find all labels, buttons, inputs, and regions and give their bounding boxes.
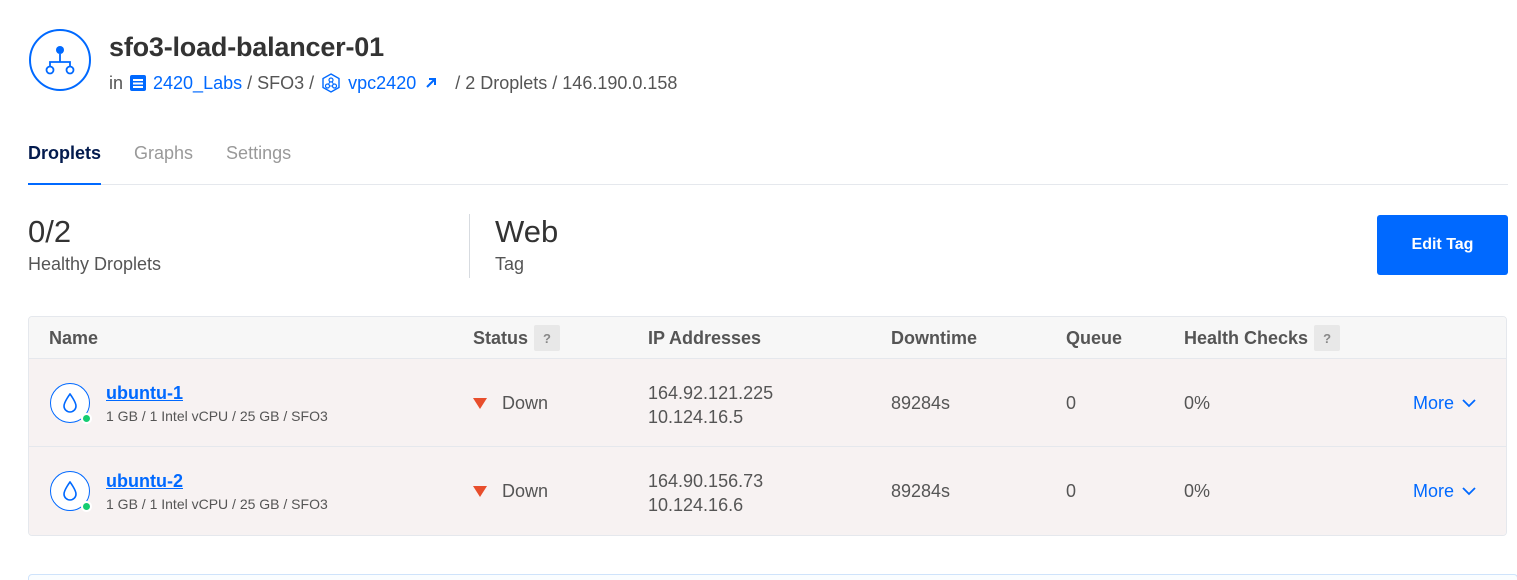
droplet-health-checks: 0%	[1184, 393, 1211, 413]
breadcrumb-separator: /	[304, 72, 315, 93]
droplet-ip-addresses: 164.92.121.225 10.124.16.5	[648, 381, 773, 429]
droplet-count: 2 Droplets	[465, 72, 548, 93]
droplet-name-link[interactable]: ubuntu-1	[106, 383, 183, 404]
more-label: More	[1413, 393, 1455, 413]
column-header-health-checks[interactable]: Health Checks ?	[1184, 325, 1341, 351]
tag-value: Web	[495, 214, 559, 249]
column-header-queue[interactable]: Queue	[1066, 328, 1122, 349]
tag-stat: Web Tag	[495, 214, 558, 275]
more-menu-button[interactable]: More	[1413, 393, 1476, 414]
healthy-droplets-stat: 0/2 Healthy Droplets	[28, 214, 161, 275]
table-header: Name Status ? IP Addresses Downtime Queu…	[29, 317, 1506, 359]
column-header-name[interactable]: Name	[49, 328, 98, 349]
online-status-dot	[81, 413, 92, 424]
column-header-status[interactable]: Status ?	[473, 325, 561, 351]
chevron-down-icon	[1462, 399, 1476, 408]
breadcrumb-separator: /	[547, 72, 563, 93]
column-header-status-label: Status	[473, 327, 529, 348]
breadcrumb-separator: /	[242, 72, 258, 93]
in-label: in	[109, 72, 124, 93]
droplet-private-ip: 10.124.16.5	[648, 407, 744, 427]
droplet-spec: 1 GB / 1 Intel vCPU / 25 GB / SFO3	[106, 408, 328, 424]
column-header-health-label: Health Checks	[1184, 327, 1309, 348]
droplet-downtime: 89284s	[891, 393, 951, 413]
chevron-down-icon	[1462, 487, 1476, 496]
external-link-icon[interactable]	[425, 77, 437, 89]
edit-tag-button[interactable]: Edit Tag	[1377, 215, 1508, 275]
droplet-status-text: Down	[502, 481, 549, 501]
healthy-droplets-label: Healthy Droplets	[28, 254, 162, 274]
project-link[interactable]: 2420_Labs	[153, 73, 242, 94]
droplets-table: Name Status ? IP Addresses Downtime Queu…	[28, 316, 1507, 536]
column-header-downtime[interactable]: Downtime	[891, 328, 977, 349]
page-title: sfo3-load-balancer-01	[109, 32, 384, 62]
breadcrumb: in 2420_Labs / SFO3 / vpc2420 / 2 Drople…	[109, 72, 677, 94]
droplet-status: Down	[473, 393, 548, 414]
droplet-private-ip: 10.124.16.6	[648, 495, 744, 515]
triangle-down-icon	[473, 486, 487, 497]
more-label: More	[1413, 481, 1455, 501]
tab-graphs[interactable]: Graphs	[134, 138, 193, 185]
droplet-icon	[50, 471, 92, 512]
droplet-name-link[interactable]: ubuntu-2	[106, 471, 183, 492]
table-row: ubuntu-1 1 GB / 1 Intel vCPU / 25 GB / S…	[29, 359, 1506, 447]
tab-bar: Droplets Graphs Settings	[28, 138, 1508, 185]
health-checks-help-icon[interactable]: ?	[1314, 325, 1341, 351]
load-balancer-icon	[29, 29, 91, 91]
droplet-public-ip: 164.92.121.225	[648, 383, 774, 403]
vpc-icon	[320, 72, 342, 94]
droplet-queue: 0	[1066, 481, 1077, 501]
load-balancer-ip: 146.190.0.158	[562, 72, 678, 93]
droplet-public-ip: 164.90.156.73	[648, 471, 764, 491]
droplet-ip-addresses: 164.90.156.73 10.124.16.6	[648, 469, 763, 517]
droplet-status: Down	[473, 481, 548, 502]
column-header-ip-addresses[interactable]: IP Addresses	[648, 328, 761, 349]
healthy-droplets-value: 0/2	[28, 214, 72, 249]
status-help-icon[interactable]: ?	[534, 325, 561, 351]
breadcrumb-separator: /	[455, 72, 466, 93]
droplet-icon	[50, 383, 92, 424]
droplet-status-text: Down	[502, 393, 549, 413]
region-label: SFO3	[257, 72, 305, 93]
droplet-downtime: 89284s	[891, 481, 951, 501]
vpc-link[interactable]: vpc2420	[348, 73, 416, 94]
droplet-spec: 1 GB / 1 Intel vCPU / 25 GB / SFO3	[106, 496, 328, 512]
triangle-down-icon	[473, 398, 487, 409]
more-menu-button[interactable]: More	[1413, 481, 1476, 502]
tab-settings[interactable]: Settings	[226, 138, 291, 185]
tab-droplets[interactable]: Droplets	[28, 138, 102, 185]
tag-label: Tag	[495, 254, 525, 274]
summary-divider	[469, 214, 470, 278]
online-status-dot	[81, 501, 92, 512]
droplet-queue: 0	[1066, 393, 1077, 413]
table-row: ubuntu-2 1 GB / 1 Intel vCPU / 25 GB / S…	[29, 447, 1506, 535]
droplet-health-checks: 0%	[1184, 481, 1211, 501]
project-icon	[129, 74, 147, 92]
info-panel	[28, 574, 1517, 580]
